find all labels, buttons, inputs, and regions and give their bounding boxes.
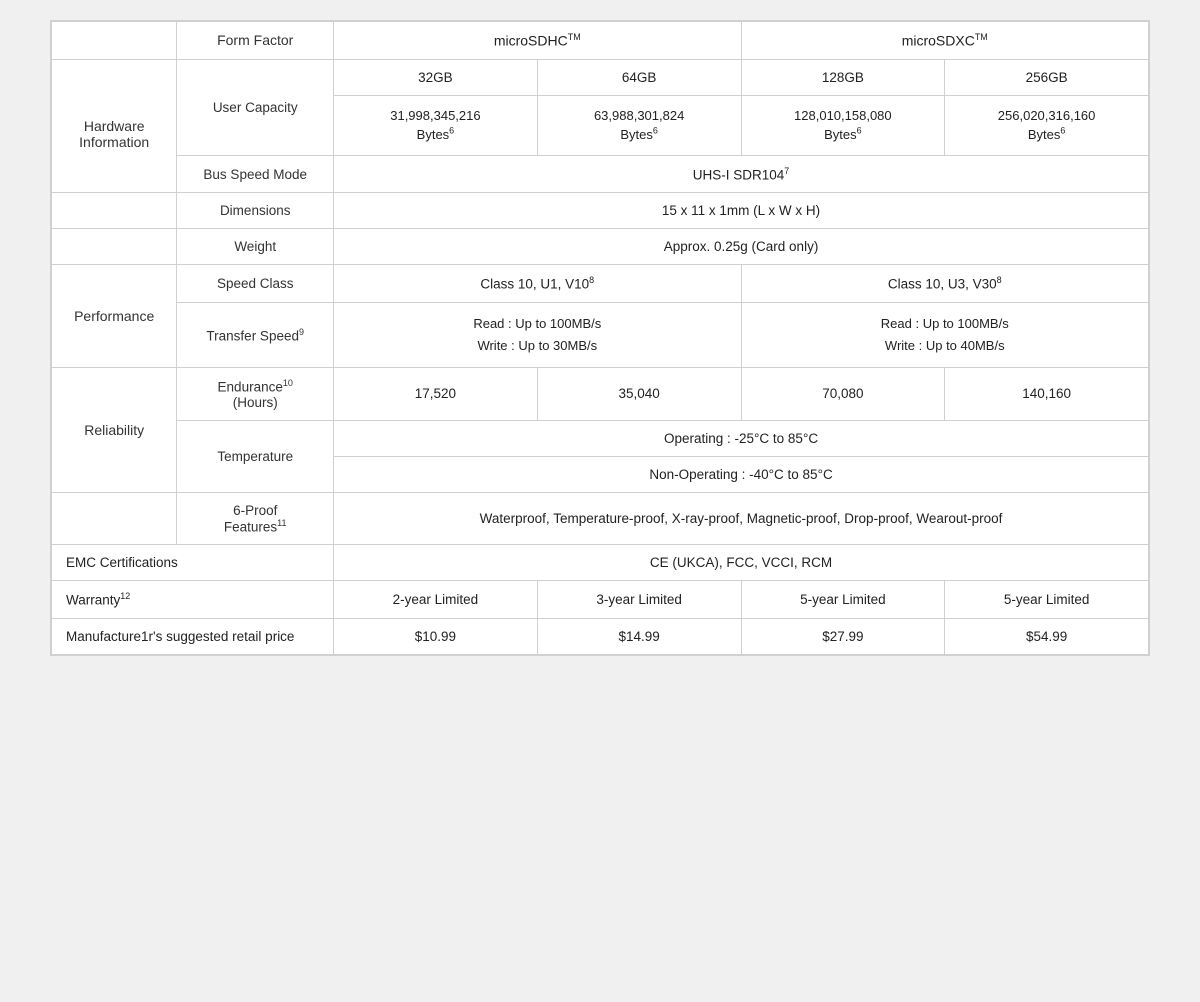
form-factor-row: Form Factor microSDHCTM microSDXCTM xyxy=(52,22,1149,60)
bytes-64gb: 63,988,301,824Bytes6 xyxy=(537,95,741,155)
price-col1: $10.99 xyxy=(334,618,538,654)
warranty-col3: 5-year Limited xyxy=(741,581,945,619)
speed-class-row: Performance Speed Class Class 10, U1, V1… xyxy=(52,265,1149,303)
user-capacity-label: User Capacity xyxy=(177,59,334,155)
emc-label: EMC Certifications xyxy=(52,545,334,581)
transfer-speed-label: Transfer Speed9 xyxy=(177,302,334,367)
bus-speed-label: Bus Speed Mode xyxy=(177,155,334,193)
emc-row: EMC Certifications CE (UKCA), FCC, VCCI,… xyxy=(52,545,1149,581)
bytes-32gb: 31,998,345,216Bytes6 xyxy=(334,95,538,155)
endurance-val4: 140,160 xyxy=(945,368,1149,421)
price-row: Manufacture1r's suggested retail price $… xyxy=(52,618,1149,654)
speed-class-label: Speed Class xyxy=(177,265,334,303)
sixproof-value: Waterproof, Temperature-proof, X-ray-pro… xyxy=(334,492,1149,545)
price-col3: $27.99 xyxy=(741,618,945,654)
endurance-val2: 35,040 xyxy=(537,368,741,421)
dimensions-row: Dimensions 15 x 11 x 1mm (L x W x H) xyxy=(52,193,1149,229)
emc-value: CE (UKCA), FCC, VCCI, RCM xyxy=(334,545,1149,581)
price-col2: $14.99 xyxy=(537,618,741,654)
dimensions-label: Dimensions xyxy=(177,193,334,229)
bytes-256gb: 256,020,316,160Bytes6 xyxy=(945,95,1149,155)
temp-operating-row: Temperature Operating : -25°C to 85°C xyxy=(52,420,1149,456)
performance-section-label: Performance xyxy=(52,265,177,368)
cap-128gb: 128GB xyxy=(741,59,945,95)
bytes-128gb: 128,010,158,080Bytes6 xyxy=(741,95,945,155)
weight-value: Approx. 0.25g (Card only) xyxy=(334,229,1149,265)
temperature-label: Temperature xyxy=(177,420,334,492)
warranty-col4: 5-year Limited xyxy=(945,581,1149,619)
cap-256gb: 256GB xyxy=(945,59,1149,95)
form-factor-label: Form Factor xyxy=(177,22,334,60)
transfer-speed-col34: Read : Up to 100MB/s Write : Up to 40MB/… xyxy=(741,302,1149,367)
endurance-row: Reliability Endurance10 (Hours) 17,520 3… xyxy=(52,368,1149,421)
empty-section xyxy=(52,193,177,229)
price-col4: $54.99 xyxy=(945,618,1149,654)
transfer-speed-col12: Read : Up to 100MB/s Write : Up to 30MB/… xyxy=(334,302,741,367)
endurance-val3: 70,080 xyxy=(741,368,945,421)
warranty-row: Warranty12 2-year Limited 3-year Limited… xyxy=(52,581,1149,619)
reliability-section-label: Reliability xyxy=(52,368,177,493)
speed-class-value1: Class 10, U1, V108 xyxy=(334,265,741,303)
bus-speed-row: Bus Speed Mode UHS-I SDR1047 xyxy=(52,155,1149,193)
weight-label: Weight xyxy=(177,229,334,265)
cap-32gb: 32GB xyxy=(334,59,538,95)
bus-speed-value: UHS-I SDR1047 xyxy=(334,155,1149,193)
microsdhc-label: microSDHCTM xyxy=(334,22,741,60)
dimensions-value: 15 x 11 x 1mm (L x W x H) xyxy=(334,193,1149,229)
spec-table-container: Form Factor microSDHCTM microSDXCTM Hard… xyxy=(50,20,1150,656)
sixproof-label: 6-Proof Features11 xyxy=(177,492,334,545)
sixproof-row: 6-Proof Features11 Waterproof, Temperatu… xyxy=(52,492,1149,545)
empty-cell xyxy=(52,22,177,60)
microsdxc-label: microSDXCTM xyxy=(741,22,1149,60)
warranty-col2: 3-year Limited xyxy=(537,581,741,619)
warranty-col1: 2-year Limited xyxy=(334,581,538,619)
price-label: Manufacture1r's suggested retail price xyxy=(52,618,334,654)
temp-nonoperating-value: Non-Operating : -40°C to 85°C xyxy=(334,456,1149,492)
weight-row: Weight Approx. 0.25g (Card only) xyxy=(52,229,1149,265)
empty-section3 xyxy=(52,492,177,545)
endurance-label: Endurance10 (Hours) xyxy=(177,368,334,421)
warranty-label: Warranty12 xyxy=(52,581,334,619)
capacity-labels-row: Hardware Information User Capacity 32GB … xyxy=(52,59,1149,95)
temp-operating-value: Operating : -25°C to 85°C xyxy=(334,420,1149,456)
transfer-speed-row: Transfer Speed9 Read : Up to 100MB/s Wri… xyxy=(52,302,1149,367)
empty-section2 xyxy=(52,229,177,265)
cap-64gb: 64GB xyxy=(537,59,741,95)
hardware-section-label: Hardware Information xyxy=(52,59,177,193)
speed-class-value2: Class 10, U3, V308 xyxy=(741,265,1149,303)
endurance-val1: 17,520 xyxy=(334,368,538,421)
